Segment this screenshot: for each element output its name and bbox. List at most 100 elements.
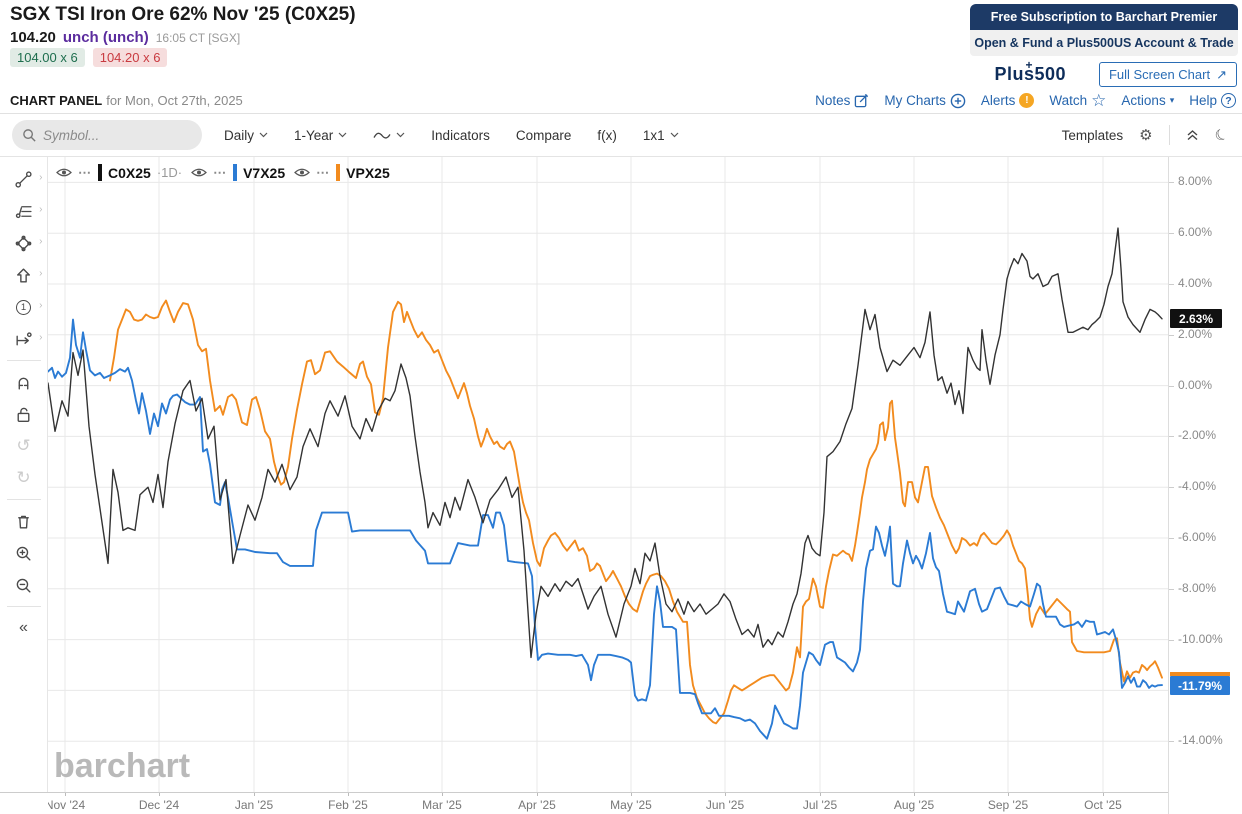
chevron-right-icon: › — [39, 300, 43, 311]
toolbar-divider — [1168, 125, 1170, 145]
help-link[interactable]: Help ? — [1189, 93, 1236, 108]
y-axis-label: 6.00% — [1178, 225, 1213, 239]
number-annotation-tool[interactable]: 1 › — [4, 291, 44, 323]
range-dropdown[interactable]: 1-Year — [294, 128, 347, 143]
measure-tool[interactable]: › — [4, 323, 44, 355]
unlock-drawings-tool[interactable] — [4, 398, 44, 430]
series-symbol[interactable]: VPX25 — [346, 165, 390, 181]
chevron-right-icon: › — [39, 236, 43, 247]
series-interval: ·1D· — [156, 165, 183, 180]
templates-label: Templates — [1061, 127, 1124, 143]
page-header: SGX TSI Iron Ore 62% Nov '25 (C0X25) 104… — [0, 0, 1242, 113]
y-axis-tick — [1169, 741, 1174, 742]
notes-link[interactable]: Notes — [815, 93, 869, 108]
plus500-plus-mark: + — [1025, 58, 1033, 72]
fx-label: f(x) — [597, 127, 617, 143]
dark-mode-moon-icon[interactable]: ☾ — [1212, 124, 1231, 145]
y-axis[interactable]: 8.00% 6.00% 4.00% 2.00% 0.00% -2.00% -4.00% -6.… — [1168, 157, 1242, 814]
actions-link[interactable]: Actions ▾ — [1121, 93, 1174, 108]
chart-canvas[interactable] — [48, 157, 1168, 792]
y-axis-tick — [1169, 386, 1174, 387]
visibility-eye-icon[interactable] — [294, 167, 311, 178]
x-axis-label: Aug '25 — [893, 798, 935, 812]
symbol-search[interactable] — [12, 120, 202, 150]
y-axis-label: -8.00% — [1178, 581, 1217, 595]
compare-button[interactable]: Compare — [516, 128, 572, 143]
collapse-toolbar-icon[interactable] — [1186, 129, 1199, 141]
line-style-icon — [373, 132, 391, 139]
sidebar-divider — [6, 606, 41, 607]
notes-pencil-icon — [855, 93, 869, 108]
magnet-snap-tool[interactable] — [4, 366, 44, 398]
series-color-bar — [98, 164, 102, 181]
chevron-right-icon: › — [39, 268, 43, 279]
indicators-label: Indicators — [431, 127, 490, 143]
chevron-right-icon: › — [39, 204, 43, 215]
y-axis-label: 8.00% — [1178, 174, 1213, 188]
redo-button[interactable]: ↻ — [4, 462, 44, 494]
drawing-tools-sidebar: › › › › 1 › › ↺ ↻ « — [0, 157, 48, 792]
legend-item-vpx25: ⋯ VPX25 — [294, 164, 390, 181]
fx-button[interactable]: f(x) — [597, 128, 617, 143]
y-axis-tick — [1169, 538, 1174, 539]
compare-label: Compare — [515, 127, 572, 143]
series-symbol[interactable]: C0X25 — [108, 165, 151, 181]
indicators-button[interactable]: Indicators — [431, 128, 490, 143]
chevron-down-icon — [670, 132, 679, 138]
premier-promo-banner[interactable]: Free Subscription to Barchart Premier — [970, 4, 1238, 30]
series-menu-icon[interactable]: ⋯ — [78, 165, 92, 181]
help-label: Help — [1189, 93, 1217, 108]
visibility-eye-icon[interactable] — [191, 167, 207, 178]
my-charts-link[interactable]: My Charts — [884, 93, 966, 109]
price-plot[interactable]: ⋯ C0X25 ·1D· ⋯ V7X25 ⋯ VPX25 barchart No… — [48, 157, 1168, 814]
fibonacci-tool[interactable]: › — [4, 195, 44, 227]
legend-item-v7x25: ⋯ V7X25 — [191, 164, 285, 181]
arrow-annotation-tool[interactable]: › — [4, 259, 44, 291]
x-axis: Nov '24 Dec '24 Jan '25 Feb '25 Mar '25 Apr '… — [48, 792, 1168, 814]
series-color-bar — [233, 164, 238, 181]
star-icon: ☆ — [1091, 91, 1107, 110]
chart-toolbar: Daily 1-Year Indicators Compare f(x) 1x1… — [0, 113, 1242, 157]
x-axis-label: Apr '25 — [518, 798, 556, 812]
y-axis-tick — [1169, 589, 1174, 590]
last-price: 104.20 — [10, 29, 56, 46]
series-menu-icon[interactable]: ⋯ — [213, 165, 227, 181]
grid-layout-label: 1x1 — [642, 127, 665, 143]
visibility-eye-icon[interactable] — [56, 167, 72, 178]
barchart-chart-panel-page: SGX TSI Iron Ore 62% Nov '25 (C0X25) 104… — [0, 0, 1242, 814]
series-menu-icon[interactable]: ⋯ — [316, 165, 330, 181]
ask-quote: 104.20 x 6 — [92, 48, 168, 67]
price-change: unch (unch) — [62, 29, 149, 46]
bid-ask-row: 104.00 x 6 104.20 x 6 — [10, 48, 168, 67]
grid-layout-dropdown[interactable]: 1x1 — [643, 128, 679, 143]
full-screen-chart-button[interactable]: Full Screen Chart ↗ — [1098, 62, 1237, 87]
external-arrow-icon: ↗ — [1216, 66, 1227, 82]
x-axis-line — [0, 792, 1242, 793]
bid-quote: 104.00 x 6 — [10, 48, 85, 67]
undo-button[interactable]: ↺ — [4, 430, 44, 462]
quote-time: 16:05 CT [SGX] — [155, 31, 241, 45]
x-axis-label: Jun '25 — [705, 798, 745, 812]
frequency-label: Daily — [224, 127, 255, 143]
trend-line-tool[interactable]: › — [4, 163, 44, 195]
plus500-promo-banner[interactable]: Open & Fund a Plus500US Account & Trade — [970, 30, 1238, 56]
last-value-badge-c0x25: 2.63% — [1170, 309, 1222, 328]
shapes-tool[interactable]: › — [4, 227, 44, 259]
frequency-dropdown[interactable]: Daily — [224, 128, 268, 143]
zoom-out-button[interactable] — [4, 569, 44, 601]
alerts-link[interactable]: Alerts ! — [981, 93, 1035, 108]
templates-button[interactable]: Templates — [1062, 128, 1124, 143]
zoom-in-button[interactable] — [4, 537, 44, 569]
chart-type-dropdown[interactable] — [373, 130, 405, 141]
gear-icon[interactable]: ⚙ — [1139, 128, 1152, 143]
chevron-right-icon: › — [39, 172, 43, 183]
chart-area: › › › › 1 › › ↺ ↻ « ⋯ C0X25 ·1D· ⋯ V7X25… — [0, 157, 1242, 814]
alerts-label: Alerts — [980, 93, 1016, 108]
symbol-search-input[interactable] — [43, 127, 188, 143]
delete-drawings-button[interactable] — [4, 505, 44, 537]
chevron-down-icon — [396, 132, 405, 138]
series-symbol[interactable]: V7X25 — [243, 165, 285, 181]
watch-link[interactable]: Watch ☆ — [1049, 92, 1106, 109]
x-axis-label: Mar '25 — [422, 798, 462, 812]
collapse-sidebar-button[interactable]: « — [4, 612, 44, 644]
